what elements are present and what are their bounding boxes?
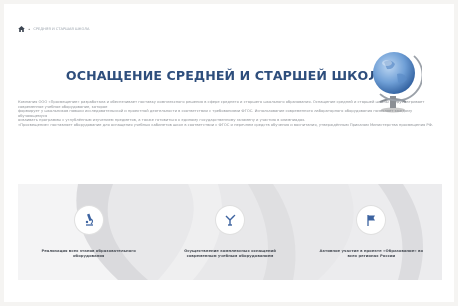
page: • СРЕДНЯЯ И СТАРШАЯ ШКОЛА ОСНАЩЕНИЕ СРЕД… <box>4 4 454 302</box>
feature-label: Реализация всех этапов образовательного … <box>41 248 136 258</box>
intro-text: Компания ООО «Просвещение» разработала и… <box>18 100 442 128</box>
breadcrumb-separator: • <box>28 26 31 32</box>
feature-icon-circle <box>357 206 386 234</box>
feature-icon-circle <box>215 206 244 234</box>
features-list: Реализация всех этапов образовательного … <box>18 184 442 280</box>
feature-item[interactable]: Осуществление комплексных оснащений совр… <box>159 184 300 280</box>
flag-icon <box>367 215 376 226</box>
feature-item[interactable]: Активное участие в проекте «Образование»… <box>301 184 442 280</box>
stamp-icon <box>225 214 236 226</box>
home-icon[interactable] <box>18 26 25 32</box>
feature-item[interactable]: Реализация всех этапов образовательного … <box>18 184 159 280</box>
breadcrumb: • СРЕДНЯЯ И СТАРШАЯ ШКОЛА <box>18 26 89 32</box>
intro-paragraph: формирует у школьников навыки исследоват… <box>18 109 413 118</box>
feature-icon-circle <box>74 206 103 234</box>
feature-label: Активное участие в проекте «Образование»… <box>319 248 424 258</box>
intro-paragraph: «Просвещение» поставляет оборудование дл… <box>18 122 433 127</box>
microscope-icon <box>85 213 93 226</box>
breadcrumb-current: СРЕДНЯЯ И СТАРШАЯ ШКОЛА <box>33 27 90 31</box>
features-band: Реализация всех этапов образовательного … <box>18 184 442 280</box>
feature-label: Осуществление комплексных оснащений совр… <box>184 248 276 258</box>
intro-paragraph: Компания ООО «Просвещение» разработала и… <box>18 100 425 109</box>
